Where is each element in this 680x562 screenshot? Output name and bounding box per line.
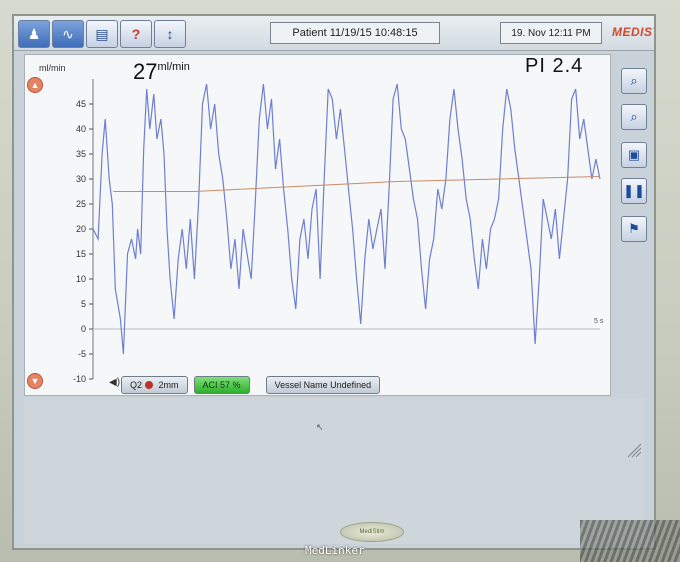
zoom-out-icon: ⌕ xyxy=(630,109,638,124)
brand-logo: MEDISTI xyxy=(612,25,654,39)
y-tick-label: 25 xyxy=(76,199,86,209)
flow-chart: 45 40 35 30 25 20 15 10 5 0 -5 -10 5 s xyxy=(73,79,604,384)
y-tick-label: 20 xyxy=(76,224,86,234)
save-button[interactable]: ▣ xyxy=(621,142,647,168)
y-tick-label: 10 xyxy=(76,274,86,284)
flow-waveform-line xyxy=(92,83,601,355)
flow-chart-panel: ml/min 27ml/min PI 2.4 ▲ ▼ 45 40 35 30 25 20 1… xyxy=(24,54,611,396)
device-logo: MediStim xyxy=(340,522,404,542)
status-strip: Q2 2mm ACI 57 % Vessel Name Undefined xyxy=(121,375,381,395)
probe-size: 2mm xyxy=(158,380,179,390)
lower-panel xyxy=(24,398,644,544)
settings-button[interactable]: ↕ xyxy=(154,20,186,48)
monitor-screen: ♟ ∿ ▤ ? ↕ Patient 11/19/15 10:48:15 19. … xyxy=(12,14,656,550)
y-tick-label: 45 xyxy=(76,99,86,109)
mean-flow-line xyxy=(113,176,601,192)
save-icon: ▣ xyxy=(627,147,641,162)
zoom-out-button[interactable]: ⌕ xyxy=(621,104,647,130)
folder-icon: ▤ xyxy=(95,25,109,42)
probe-label: Q2 xyxy=(130,380,143,390)
y-tick-label: 15 xyxy=(76,249,86,259)
vessel-name-button[interactable]: Vessel Name Undefined xyxy=(265,376,381,394)
waveform-button[interactable]: ∿ xyxy=(52,20,84,48)
pause-button[interactable]: ❚❚ xyxy=(621,178,647,204)
help-button[interactable]: ? xyxy=(120,20,152,48)
pause-icon: ❚❚ xyxy=(623,183,645,198)
help-icon: ? xyxy=(131,26,141,42)
y-tick-label: 40 xyxy=(76,124,86,134)
zoom-in-button[interactable]: ⌕ xyxy=(621,68,647,94)
device-logo-text: MediStim xyxy=(359,529,385,535)
y-tick-label: 5 xyxy=(81,299,86,309)
marker-button[interactable]: ⚑ xyxy=(621,216,647,242)
y-tick-label: 0 xyxy=(81,324,86,334)
zoom-in-icon: ⌕ xyxy=(630,73,638,88)
x-end-label: 5 s xyxy=(594,318,604,325)
aci-badge: ACI 57 % xyxy=(193,376,250,394)
y-tick-label: 30 xyxy=(76,174,86,184)
probe-chip[interactable]: Q2 2mm xyxy=(121,376,188,394)
patient-button[interactable]: ♟ xyxy=(18,20,50,48)
toolbar: ♟ ∿ ▤ ? ↕ Patient 11/19/15 10:48:15 19. … xyxy=(14,16,654,51)
y-tick-label: 35 xyxy=(76,149,86,159)
patient-icon: ♟ xyxy=(27,25,41,42)
speaker-grille xyxy=(580,520,680,562)
resize-grip-icon[interactable] xyxy=(624,440,642,458)
watermark-text: MedLinker xyxy=(305,544,365,557)
mouse-cursor-icon: ↖ xyxy=(316,422,324,432)
settings-icon: ↕ xyxy=(166,26,174,42)
waveform-icon: ∿ xyxy=(62,25,74,42)
y-tick-label: -10 xyxy=(73,374,86,384)
probe-icon xyxy=(144,381,153,389)
patient-info[interactable]: Patient 11/19/15 10:48:15 xyxy=(270,22,440,44)
marker-icon: ⚑ xyxy=(628,221,640,236)
y-tick-label: -5 xyxy=(78,349,86,359)
clock: 19. Nov 12:11 PM xyxy=(500,22,602,44)
speaker-icon[interactable]: ◀) xyxy=(109,377,120,388)
folder-button[interactable]: ▤ xyxy=(86,20,118,48)
